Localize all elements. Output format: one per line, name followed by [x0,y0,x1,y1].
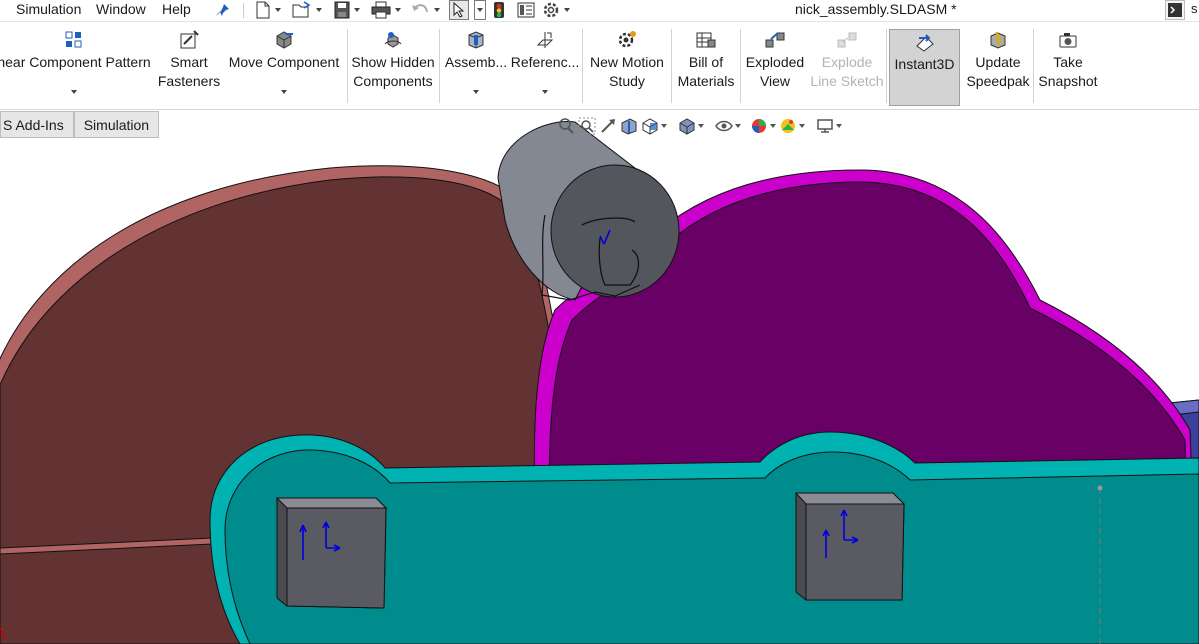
explode-line-label-2: Line Sketch [810,73,884,89]
smart-fasteners-label-2: Fasteners [157,73,221,89]
linear-pattern-icon [64,28,84,52]
apply-scene-icon[interactable] [779,117,805,135]
exploded-view-icon [764,28,786,52]
camera-icon [1058,28,1078,52]
options-gear-icon[interactable] [542,0,570,20]
show-hidden-components-button[interactable]: Show Hidden Components [351,28,435,91]
rebuild-traffic-light-icon[interactable] [493,0,505,20]
new-motion-label-2: Study [609,73,645,89]
heads-up-toolbar [557,115,842,137]
assembly-features-label: Assemb... [444,54,508,70]
assembly-features-icon [466,28,486,52]
instant3d-button[interactable]: Instant3D [889,29,960,106]
exploded-view-label-2: View [759,73,791,89]
update-speedpak-label-2: Speedpak [966,73,1030,89]
tab-add-ins[interactable]: S Add-Ins [0,111,74,138]
document-title: nick_assembly.SLDASM * [795,1,957,17]
instant3d-icon [914,30,936,54]
graphics-area[interactable] [0,111,1199,644]
menu-bar: Simulation Window Help nick_assembly.SLD… [0,0,1199,22]
open-folder-icon[interactable] [292,0,322,20]
move-component-button[interactable]: Move Component [226,28,342,94]
assembly-features-dropdown[interactable] [473,90,479,94]
explode-line-label-1: Explode [821,54,873,70]
menu-window[interactable]: Window [96,1,146,17]
new-motion-study-button[interactable]: New Motion Study [586,28,668,91]
right-pin[interactable] [794,492,906,601]
instant3d-label: Instant3D [894,56,955,72]
ribbon-separator [582,29,583,103]
snapshot-label-1: Take [1053,54,1083,70]
snapshot-label-2: Snapshot [1038,73,1098,89]
motion-study-icon [616,28,638,52]
smart-fasteners-label-1: Smart [170,54,208,70]
update-speedpak-icon [987,28,1009,52]
linear-pattern-label: near Component Pattern [0,54,151,70]
reference-geometry-button[interactable]: Referenc... [510,28,580,94]
display-style-icon[interactable] [678,117,704,135]
move-component-dropdown[interactable] [281,90,287,94]
section-view-icon[interactable] [620,117,638,135]
menu-help[interactable]: Help [162,1,191,17]
ribbon-separator [740,29,741,103]
save-icon[interactable] [334,0,360,20]
zoom-to-area-icon[interactable] [578,117,596,135]
select-cursor-icon[interactable] [449,0,469,20]
linear-component-pattern-button[interactable]: near Component Pattern [0,28,151,94]
show-hidden-label-2: Components [353,73,433,89]
edit-appearance-icon[interactable] [750,117,776,135]
pin-icon[interactable] [216,0,230,20]
file-properties-icon[interactable] [517,0,535,20]
undo-icon[interactable] [410,0,440,20]
bill-of-materials-icon [695,28,717,52]
exploded-view-label-1: Exploded [745,54,805,70]
smart-fasteners-icon [178,28,200,52]
previous-view-icon[interactable] [599,117,617,135]
ribbon-separator [1033,29,1034,103]
view-orientation-icon[interactable] [641,117,667,135]
explode-line-sketch-icon [836,28,858,52]
show-hidden-label-1: Show Hidden [351,54,435,70]
bom-label-1: Bill of [688,54,724,70]
tab-simulation[interactable]: Simulation [73,111,160,138]
side-panel-letter: s [1191,1,1198,16]
select-dropdown-button[interactable] [474,0,486,20]
smart-fasteners-button[interactable]: Smart Fasteners [157,28,221,91]
command-tabs: S Add-Ins Simulation [0,111,160,138]
new-document-icon[interactable] [255,0,281,20]
command-manager: near Component Pattern Smart Fasteners M… [0,23,1199,110]
update-speedpak-button[interactable]: Update Speedpak [965,28,1031,91]
reference-geometry-icon [535,28,555,52]
bill-of-materials-button[interactable]: Bill of Materials [675,28,737,91]
reference-geometry-label: Referenc... [510,54,580,70]
ribbon-separator [347,29,348,103]
reference-geometry-dropdown[interactable] [542,90,548,94]
print-icon[interactable] [371,0,401,20]
ribbon-separator [439,29,440,103]
view-settings-monitor-icon[interactable] [816,117,842,135]
update-speedpak-label-1: Update [975,54,1021,70]
take-snapshot-button[interactable]: Take Snapshot [1036,28,1100,91]
hide-show-items-icon[interactable] [715,117,741,135]
ribbon-separator [886,29,887,103]
menu-simulation[interactable]: Simulation [16,1,81,17]
console-icon[interactable] [1165,0,1185,20]
zoom-to-fit-icon[interactable] [557,117,575,135]
bom-label-2: Materials [677,73,735,89]
left-pin[interactable] [275,497,388,609]
move-component-label: Move Component [228,54,340,70]
assembly-features-button[interactable]: Assemb... [444,28,508,94]
exploded-view-button[interactable]: Exploded View [744,28,806,91]
ribbon-separator [671,29,672,103]
show-hidden-icon [382,28,404,52]
move-component-icon [273,28,295,52]
linear-pattern-dropdown[interactable] [71,90,77,94]
explode-line-sketch-button[interactable]: Explode Line Sketch [810,28,884,91]
new-motion-label-1: New Motion [590,54,664,70]
